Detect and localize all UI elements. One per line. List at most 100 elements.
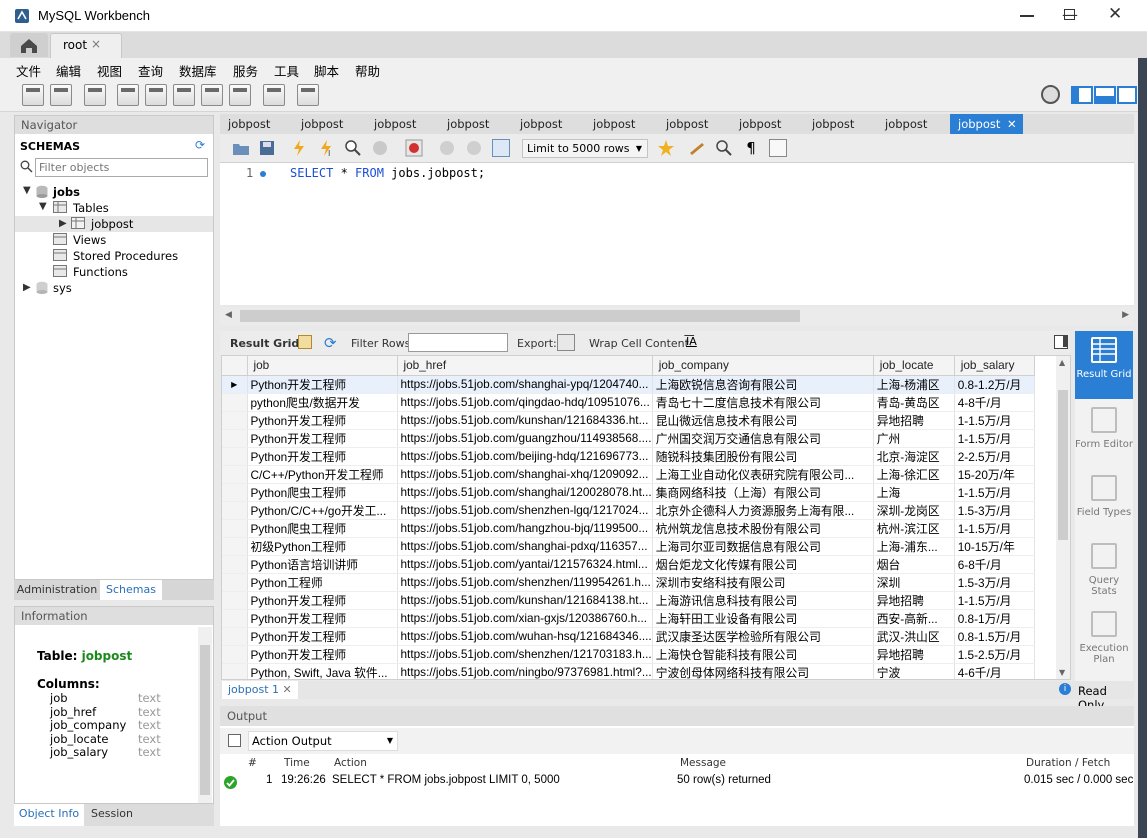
rollback-icon[interactable] <box>465 139 483 157</box>
table-cell[interactable]: 深圳 <box>873 573 955 592</box>
table-cell[interactable]: 上海-浦东... <box>873 537 955 556</box>
close-tab-icon[interactable]: × <box>91 37 101 51</box>
table-cell[interactable]: Python语言培训讲师 <box>247 555 398 574</box>
form-editor-button[interactable]: Form Editor <box>1075 401 1133 469</box>
functions-node[interactable]: Functions <box>73 265 128 279</box>
export-icon[interactable] <box>557 334 575 351</box>
table-cell[interactable]: 1.5-3万/月 <box>954 573 1035 592</box>
table-cell[interactable]: Python工程师 <box>247 573 398 592</box>
table-row[interactable]: Python开发工程师 https://jobs.51job.com/xian-g… <box>222 609 1035 628</box>
column-header[interactable]: job_salary <box>954 356 1035 376</box>
table-row[interactable]: python爬虫/数据开发 https://jobs.51job.com/qing… <box>222 393 1035 412</box>
table-cell[interactable]: 1-1.5万/月 <box>954 519 1035 538</box>
query-tab-active[interactable]: jobpost ✕ <box>950 114 1023 134</box>
refresh-icon[interactable]: ⟳ <box>195 138 205 152</box>
inspector-icon[interactable] <box>84 84 106 106</box>
table-cell[interactable]: 杭州-滨江区 <box>873 519 955 538</box>
row-header[interactable] <box>222 555 248 574</box>
new-sql-tab-icon[interactable] <box>22 84 44 106</box>
row-header[interactable] <box>222 519 248 538</box>
table-cell[interactable]: 宁波创母体网络科技有限公司 <box>652 663 874 679</box>
menu-query[interactable]: 查询 <box>138 61 163 80</box>
table-cell[interactable]: Python开发工程师 <box>247 609 398 628</box>
reconnect-icon[interactable] <box>297 84 319 106</box>
table-cell[interactable]: 广州 <box>873 429 955 448</box>
result-grid[interactable]: job job_href job_company job_locate job_… <box>221 355 1071 680</box>
close-icon[interactable]: ✕ <box>1108 4 1122 24</box>
table-cell[interactable]: https://jobs.51job.com/guangzhou/1149385… <box>397 429 653 448</box>
table-cell[interactable]: 0.8-1万/月 <box>954 609 1035 628</box>
table-cell[interactable]: 北京外企德科人力资源服务上海有限... <box>652 501 874 520</box>
table-cell[interactable]: https://jobs.51job.com/kunshan/121684336… <box>397 411 653 430</box>
create-schema-icon[interactable] <box>117 84 139 106</box>
table-cell[interactable]: 广州国交润万交通信息有限公司 <box>652 429 874 448</box>
query-tab[interactable]: jobpost <box>585 114 635 134</box>
open-sql-script-icon[interactable] <box>50 84 72 106</box>
table-cell[interactable]: 初级Python工程师 <box>247 537 398 556</box>
table-cell[interactable]: 上海轩田工业设备有限公司 <box>652 609 874 628</box>
table-cell[interactable]: https://jobs.51job.com/ningbo/97376981.h… <box>397 663 653 679</box>
table-cell[interactable]: Python开发工程师 <box>247 375 398 394</box>
table-cell[interactable]: 上海欧锐信息咨询有限公司 <box>652 375 874 394</box>
table-row[interactable]: Python开发工程师 https://jobs.51job.com/guangz… <box>222 429 1035 448</box>
table-row[interactable]: Python开发工程师 https://jobs.51job.com/kunsha… <box>222 591 1035 610</box>
toggle-error-icon[interactable] <box>405 139 423 157</box>
field-types-button[interactable]: Field Types <box>1075 469 1133 537</box>
table-cell[interactable]: 上海-徐汇区 <box>873 465 955 484</box>
copy-icon[interactable] <box>228 734 241 747</box>
table-cell[interactable]: 随锐科技集团股份有限公司 <box>652 447 874 466</box>
table-cell[interactable]: 集商网络科技（上海）有限公司 <box>652 483 874 502</box>
query-tab[interactable]: jobpost <box>658 114 708 134</box>
grid-view-icon[interactable] <box>298 335 312 349</box>
table-cell[interactable]: 昆山微远信息技术有限公司 <box>652 411 874 430</box>
editor-horizontal-scrollbar[interactable]: ◀ ▶ <box>220 307 1134 325</box>
create-view-icon[interactable] <box>173 84 195 106</box>
views-node[interactable]: Views <box>73 233 106 247</box>
table-row[interactable]: Python开发工程师 https://jobs.51job.com/kunsha… <box>222 411 1035 430</box>
minimize-icon[interactable] <box>1020 15 1034 17</box>
table-cell[interactable]: 15-20万/年 <box>954 465 1035 484</box>
query-stats-button[interactable]: Query Stats <box>1075 537 1133 605</box>
table-cell[interactable]: Python开发工程师 <box>247 447 398 466</box>
table-cell[interactable]: https://jobs.51job.com/kunshan/121684138… <box>397 591 653 610</box>
row-header[interactable] <box>222 609 248 628</box>
table-cell[interactable]: 武汉-洪山区 <box>873 627 955 646</box>
menu-help[interactable]: 帮助 <box>355 61 380 80</box>
execution-plan-button[interactable]: Execution Plan <box>1075 605 1133 673</box>
settings-gear-icon[interactable] <box>1041 85 1060 104</box>
row-header[interactable] <box>222 483 248 502</box>
table-cell[interactable]: Python开发工程师 <box>247 627 398 646</box>
wrap-cell-icon[interactable]: I͞A <box>686 335 697 348</box>
query-tab[interactable]: jobpost <box>804 114 854 134</box>
menu-tools[interactable]: 工具 <box>274 61 299 80</box>
table-cell[interactable]: 异地招聘 <box>873 645 955 664</box>
table-cell[interactable]: 2-2.5万/月 <box>954 447 1035 466</box>
table-jobpost[interactable]: jobpost <box>91 217 133 231</box>
table-row[interactable]: Python开发工程师 https://jobs.51job.com/beijin… <box>222 447 1035 466</box>
beautify-icon[interactable] <box>688 139 706 157</box>
table-cell[interactable]: 异地招聘 <box>873 591 955 610</box>
tab-session[interactable]: Session <box>86 804 138 826</box>
table-cell[interactable]: 0.8-1.5万/月 <box>954 627 1035 646</box>
table-row[interactable]: Python工程师 https://jobs.51job.com/shenzhen… <box>222 573 1035 592</box>
expand-arrow-icon[interactable]: ▶ <box>23 282 31 293</box>
table-cell[interactable]: 深圳市安络科技有限公司 <box>652 573 874 592</box>
grid-vertical-scrollbar[interactable]: ▲ ▼ <box>1056 356 1070 679</box>
table-row[interactable]: Python开发工程师 https://jobs.51job.com/wuhan-… <box>222 627 1035 646</box>
table-cell[interactable]: 异地招聘 <box>873 411 955 430</box>
table-cell[interactable]: 烟台 <box>873 555 955 574</box>
table-cell[interactable]: 4-6千/月 <box>954 663 1035 679</box>
find-icon[interactable] <box>715 139 733 157</box>
table-cell[interactable]: Python开发工程师 <box>247 429 398 448</box>
output-row-action[interactable]: SELECT * FROM jobs.jobpost LIMIT 0, 5000 <box>332 774 560 786</box>
create-table-icon[interactable] <box>145 84 167 106</box>
execute-icon[interactable] <box>290 139 308 157</box>
autocommit-icon[interactable] <box>492 139 510 157</box>
table-cell[interactable]: 杭州筑龙信息技术股份有限公司 <box>652 519 874 538</box>
table-cell[interactable]: 西安-高新... <box>873 609 955 628</box>
schema-jobs[interactable]: jobs <box>53 185 80 199</box>
table-cell[interactable]: https://jobs.51job.com/shanghai-xhq/1209… <box>397 465 653 484</box>
table-cell[interactable]: https://jobs.51job.com/shanghai-pdxq/116… <box>397 537 653 556</box>
menu-database[interactable]: 数据库 <box>179 61 217 80</box>
create-function-icon[interactable] <box>229 84 251 106</box>
